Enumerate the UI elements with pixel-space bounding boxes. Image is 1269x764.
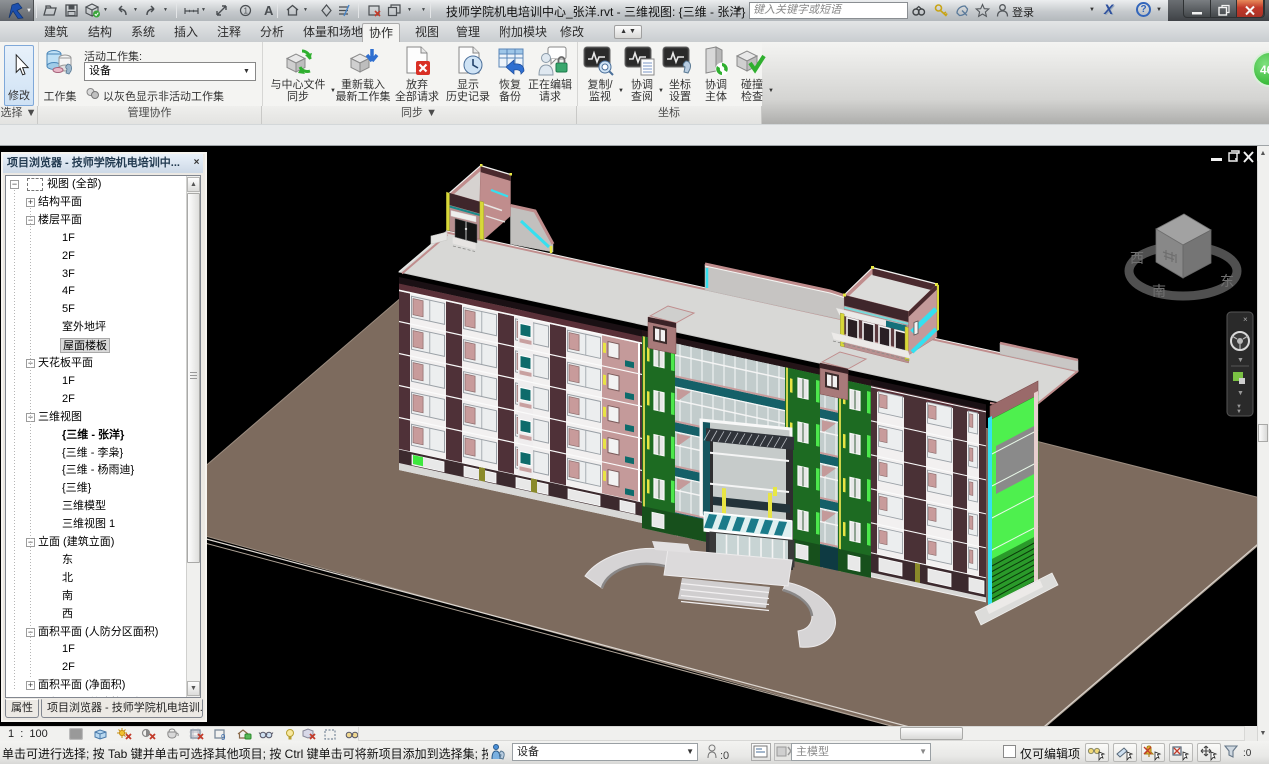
svg-text:×: × (1243, 315, 1248, 324)
svg-text:南: 南 (1152, 283, 1166, 299)
svg-text:东: 东 (1220, 273, 1234, 289)
svg-text:▼: ▼ (1237, 390, 1244, 397)
svg-text:西: 西 (1130, 250, 1144, 266)
svg-text:9: 9 (221, 733, 226, 741)
svg-text:▼: ▼ (1236, 409, 1242, 415)
svg-text:▼: ▼ (1237, 357, 1244, 364)
svg-text:1: 1 (244, 7, 249, 16)
svg-text:A: A (264, 3, 274, 18)
